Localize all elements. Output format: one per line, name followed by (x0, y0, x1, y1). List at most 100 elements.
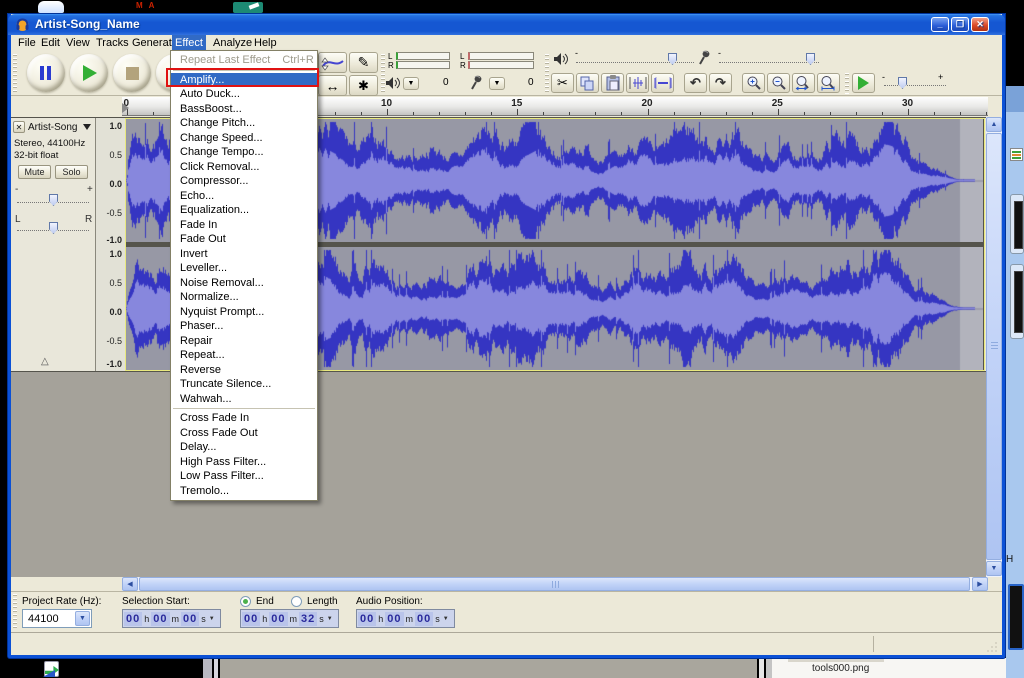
selection-start-time[interactable]: 00h00m00s▼ (122, 609, 221, 628)
track-menu-dropdown-icon[interactable] (83, 124, 91, 130)
menu-edit[interactable]: Edit (38, 35, 63, 51)
menu-item-echo[interactable]: Echo... (171, 189, 317, 204)
rec-meter-r-bar[interactable] (468, 61, 534, 69)
zoom-in-button[interactable] (742, 73, 765, 93)
menu-item-noise-removal[interactable]: Noise Removal... (171, 276, 317, 291)
time-digits-s[interactable]: 32 (299, 612, 317, 626)
menu-item-invert[interactable]: Invert (171, 247, 317, 262)
selection-toolbar-grip[interactable] (13, 594, 17, 630)
menu-help[interactable]: Help (251, 35, 280, 51)
menu-item-truncate-silence[interactable]: Truncate Silence... (171, 377, 317, 392)
menu-item-nyquist-prompt[interactable]: Nyquist Prompt... (171, 305, 317, 320)
menu-item-change-speed[interactable]: Change Speed... (171, 131, 317, 146)
minimize-button[interactable]: _ (931, 17, 949, 32)
menu-item-repair[interactable]: Repair (171, 334, 317, 349)
timeshift-tool-button[interactable]: ↔ (318, 75, 347, 96)
menu-item-leveller[interactable]: Leveller... (171, 261, 317, 276)
play-at-speed-button[interactable] (852, 73, 875, 93)
speed-slider[interactable] (884, 85, 946, 86)
desktop-app-icon[interactable] (42, 660, 64, 678)
rec-meter-dropdown[interactable]: ▼ (489, 77, 505, 90)
menu-item-compressor[interactable]: Compressor... (171, 174, 317, 189)
rec-meter-l-bar[interactable] (468, 52, 534, 60)
menu-item-fade-out[interactable]: Fade Out (171, 232, 317, 247)
copy-button[interactable] (576, 73, 599, 93)
time-format-dropdown[interactable]: ▼ (443, 616, 449, 622)
time-digits-h[interactable]: 00 (124, 612, 142, 626)
selection-start-marker[interactable] (122, 103, 129, 113)
maximize-button[interactable]: ❐ (951, 17, 969, 32)
menu-tracks[interactable]: Tracks (93, 35, 132, 51)
paste-button[interactable] (601, 73, 624, 93)
length-radio[interactable] (291, 596, 302, 607)
menu-item-change-pitch[interactable]: Change Pitch... (171, 116, 317, 131)
menu-item-normalize[interactable]: Normalize... (171, 290, 317, 305)
menu-item-fade-in[interactable]: Fade In (171, 218, 317, 233)
menu-item-auto-duck[interactable]: Auto Duck... (171, 87, 317, 102)
mute-button[interactable]: Mute (18, 165, 51, 179)
menu-item-wahwah[interactable]: Wahwah... (171, 392, 317, 407)
menu-item-click-removal[interactable]: Click Removal... (171, 160, 317, 175)
menu-item-high-pass-filter[interactable]: High Pass Filter... (171, 455, 317, 470)
scroll-down-button[interactable]: ▼ (986, 561, 1002, 576)
audio-position-time[interactable]: 00h00m00s▼ (356, 609, 455, 628)
fit-selection-button[interactable] (792, 73, 815, 93)
menu-item-tremolo[interactable]: Tremolo... (171, 484, 317, 499)
play-meter-l-bar[interactable] (396, 52, 450, 60)
menu-item-cross-fade-out[interactable]: Cross Fade Out (171, 426, 317, 441)
output-volume-slider[interactable] (576, 62, 694, 63)
project-rate-combo[interactable]: 44100 ▼ (22, 609, 92, 628)
transport-grip[interactable] (13, 54, 17, 94)
trim-button[interactable] (626, 73, 649, 93)
horizontal-scrollbar[interactable]: ◀ ▶ (122, 577, 988, 591)
menu-item-change-tempo[interactable]: Change Tempo... (171, 145, 317, 160)
undo-button[interactable]: ↶ (684, 73, 707, 93)
silence-button[interactable] (651, 73, 674, 93)
menu-item-repeat-last-effect[interactable]: Repeat Last EffectCtrl+R (171, 53, 317, 68)
scroll-right-button[interactable]: ▶ (972, 577, 988, 591)
multi-tool-button[interactable]: ✱ (349, 75, 378, 96)
pause-button[interactable] (27, 54, 65, 92)
time-digits-s[interactable]: 00 (415, 612, 433, 626)
time-digits-h[interactable]: 00 (358, 612, 376, 626)
zoom-out-button[interactable] (767, 73, 790, 93)
track-title[interactable]: Artist-Song (28, 122, 77, 133)
time-format-dropdown[interactable]: ▼ (327, 616, 333, 622)
time-digits-m[interactable]: 00 (269, 612, 287, 626)
resize-grip[interactable] (987, 641, 998, 652)
stop-button[interactable] (113, 54, 151, 92)
horizontal-scroll-thumb[interactable] (139, 577, 970, 591)
menu-item-cross-fade-in[interactable]: Cross Fade In (171, 411, 317, 426)
file-label[interactable]: tools000.png (812, 663, 869, 674)
combo-dropdown-button[interactable]: ▼ (75, 611, 90, 626)
menu-view[interactable]: View (63, 35, 93, 51)
menu-item-delay[interactable]: Delay... (171, 440, 317, 455)
vertical-scale-ruler[interactable]: 1.00.50.0-0.5-1.01.00.50.0-0.5-1.0 (96, 118, 126, 371)
vertical-scroll-thumb[interactable] (986, 133, 1002, 560)
fit-project-button[interactable] (817, 73, 840, 93)
gain-slider-thumb[interactable] (49, 194, 58, 206)
pan-slider-thumb[interactable] (49, 222, 58, 234)
input-volume-slider[interactable] (719, 62, 819, 63)
menu-analyze[interactable]: Analyze (210, 35, 255, 51)
solo-button[interactable]: Solo (55, 165, 88, 179)
time-digits-s[interactable]: 00 (181, 612, 199, 626)
time-format-dropdown[interactable]: ▼ (209, 616, 215, 622)
scroll-up-button[interactable]: ▲ (986, 117, 1002, 132)
collapse-triangle[interactable]: △ (41, 356, 49, 367)
menu-effect[interactable]: Effect (172, 35, 206, 51)
track-close-button[interactable]: ✕ (13, 121, 25, 133)
menu-item-repeat[interactable]: Repeat... (171, 348, 317, 363)
transcription-grip[interactable] (845, 73, 849, 94)
title-bar[interactable]: Artist-Song_Name _ ❐ ✕ (8, 14, 1005, 35)
time-digits-m[interactable]: 00 (151, 612, 169, 626)
end-radio[interactable] (240, 596, 251, 607)
play-button[interactable] (70, 54, 108, 92)
menu-item-reverse[interactable]: Reverse (171, 363, 317, 378)
envelope-tool-button[interactable] (318, 52, 347, 73)
play-meter-dropdown[interactable]: ▼ (403, 77, 419, 90)
mixer-grip[interactable] (545, 54, 549, 94)
menu-item-low-pass-filter[interactable]: Low Pass Filter... (171, 469, 317, 484)
menu-item-equalization[interactable]: Equalization... (171, 203, 317, 218)
selection-end-time[interactable]: 00h00m32s▼ (240, 609, 339, 628)
